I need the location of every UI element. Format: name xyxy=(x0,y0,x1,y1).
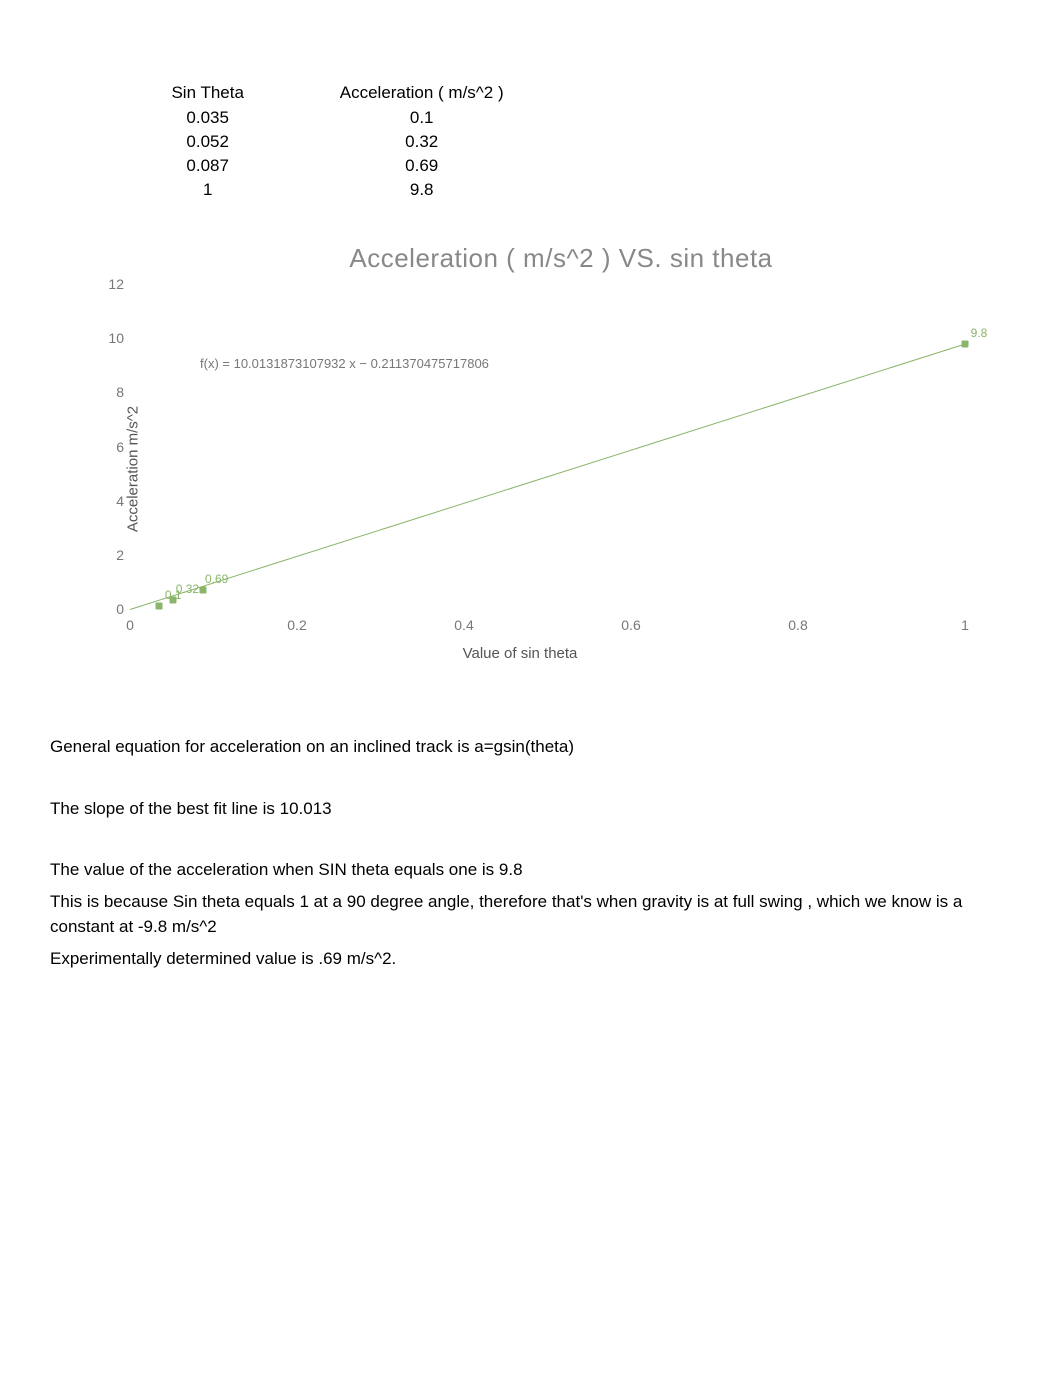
table-cell: 0.32 xyxy=(275,131,568,153)
table-header-row: Sin Theta Acceleration ( m/s^2 ) xyxy=(142,82,568,105)
x-tick-label: 1 xyxy=(961,617,969,633)
data-point-label: 0.69 xyxy=(205,572,228,586)
paragraph: Experimentally determined value is .69 m… xyxy=(50,946,1012,972)
y-tick-label: 2 xyxy=(100,547,124,563)
document-page: Sin Theta Acceleration ( m/s^2 ) 0.0350.… xyxy=(0,0,1062,971)
data-point xyxy=(156,603,163,610)
plot-area: 02468101200.20.40.60.810.10.320.699.8f(x… xyxy=(130,284,965,609)
table-cell: 0.69 xyxy=(275,155,568,177)
col-header-sin: Sin Theta xyxy=(142,82,273,105)
x-tick-label: 0 xyxy=(126,617,134,633)
y-tick-label: 6 xyxy=(100,439,124,455)
table-cell: 0.052 xyxy=(142,131,273,153)
body-text: General equation for acceleration on an … xyxy=(50,734,1012,971)
y-tick-label: 0 xyxy=(100,601,124,617)
chart-title: Acceleration ( m/s^2 ) VS. sin theta xyxy=(60,243,1062,274)
paragraph: This is because Sin theta equals 1 at a … xyxy=(50,889,1012,940)
x-tick-label: 0.2 xyxy=(287,617,306,633)
data-point-label: 9.8 xyxy=(971,326,988,340)
table-row: 0.0520.32 xyxy=(142,131,568,153)
table-cell: 0.087 xyxy=(142,155,273,177)
data-point xyxy=(962,340,969,347)
x-tick-label: 0.6 xyxy=(621,617,640,633)
table-cell: 1 xyxy=(142,179,273,201)
equation-annotation: f(x) = 10.0131873107932 x − 0.2113704757… xyxy=(200,356,489,371)
table-row: 19.8 xyxy=(142,179,568,201)
y-tick-label: 8 xyxy=(100,384,124,400)
data-point xyxy=(199,587,206,594)
paragraph: The slope of the best fit line is 10.013 xyxy=(50,796,1012,822)
table-cell: 9.8 xyxy=(275,179,568,201)
table-row: 0.0350.1 xyxy=(142,107,568,129)
table-row: 0.0870.69 xyxy=(142,155,568,177)
chart: Acceleration m/s^2 02468101200.20.40.60.… xyxy=(70,274,970,664)
y-tick-label: 10 xyxy=(100,330,124,346)
paragraph: General equation for acceleration on an … xyxy=(50,734,1012,760)
data-point-label: 0.32 xyxy=(176,582,199,596)
table-cell: 0.035 xyxy=(142,107,273,129)
col-header-accel: Acceleration ( m/s^2 ) xyxy=(275,82,568,105)
data-point xyxy=(170,597,177,604)
y-tick-label: 12 xyxy=(100,276,124,292)
table-cell: 0.1 xyxy=(275,107,568,129)
fit-line xyxy=(130,344,965,610)
data-table: Sin Theta Acceleration ( m/s^2 ) 0.0350.… xyxy=(140,80,570,203)
y-tick-label: 4 xyxy=(100,493,124,509)
x-tick-label: 0.4 xyxy=(454,617,473,633)
paragraph: The value of the acceleration when SIN t… xyxy=(50,857,1012,883)
x-axis-label: Value of sin theta xyxy=(463,645,578,662)
x-tick-label: 0.8 xyxy=(788,617,807,633)
